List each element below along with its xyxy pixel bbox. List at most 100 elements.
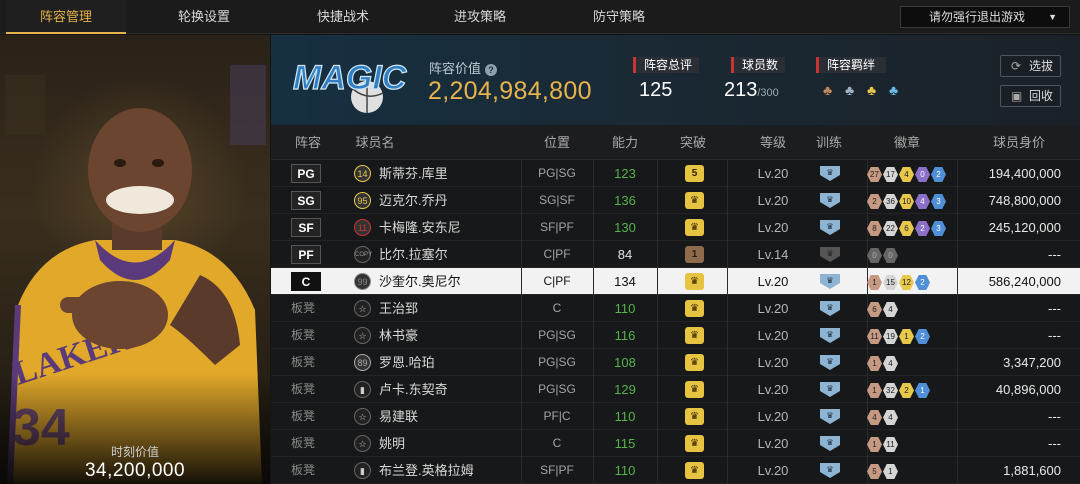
help-icon[interactable]: ? xyxy=(485,64,498,76)
badge-list[interactable]: 1 15 12 2 xyxy=(867,273,931,290)
crown-icon: ♛ xyxy=(685,462,704,479)
header-value[interactable]: 球员身价 xyxy=(971,125,1067,160)
table-row[interactable]: 板凳 ▮ 布兰登.英格拉姆 SF|PF 110 ♛ Lv.20 ♛ 5 1 1,881,600 xyxy=(271,457,1080,484)
table-row[interactable]: PG 14 斯蒂芬.库里 PG|SG 123 5 Lv.20 ♛ 27 17 4 0 2 194,400,… xyxy=(271,160,1080,187)
quit-warning-dropdown[interactable]: 请勿强行退出游戏 ▼ xyxy=(900,6,1070,28)
bond-group-icon[interactable]: ♣ xyxy=(823,81,841,99)
training-shield-icon[interactable]: ♛ xyxy=(820,220,840,235)
badge-icon: 6 xyxy=(899,221,914,236)
player-name[interactable]: 林书豪 xyxy=(379,322,418,349)
slot-badge[interactable]: SG xyxy=(291,191,321,210)
player-name[interactable]: 斯蒂芬.库里 xyxy=(379,160,448,187)
recycle-button[interactable]: ▣ 回收 xyxy=(1000,85,1061,107)
badge-icon: 2 xyxy=(931,167,946,182)
tab-rotation-settings[interactable]: 轮换设置 xyxy=(144,0,264,34)
bond-group-icon[interactable]: ♣ xyxy=(845,81,863,99)
badge-list[interactable]: 27 17 4 0 2 xyxy=(867,165,947,182)
header-level[interactable]: 等级 xyxy=(727,125,819,160)
badge-list[interactable]: 1 32 2 1 xyxy=(867,381,931,398)
player-level: Lv.20 xyxy=(757,166,789,181)
bond-group-icon[interactable]: ♣ xyxy=(867,81,885,99)
badge-list[interactable]: 44 xyxy=(867,408,899,425)
table-row[interactable]: PF COPY 比尔.拉塞尔 C|PF 84 1 Lv.14 ♛ 0 0 --- xyxy=(271,241,1080,268)
training-shield-icon[interactable]: ♛ xyxy=(820,247,840,262)
table-row[interactable]: 板凳 ☆ 姚明 C 115 ♛ Lv.20 ♛ 1 11 --- xyxy=(271,430,1080,457)
training-shield-icon[interactable]: ♛ xyxy=(820,463,840,478)
slot-badge[interactable]: SF xyxy=(291,218,321,237)
badge-list[interactable]: 11 19 1 2 xyxy=(867,327,931,344)
player-name[interactable]: 布兰登.英格拉姆 xyxy=(379,457,474,484)
table-row[interactable]: C 99 沙奎尔.奥尼尔 C|PF 134 ♛ Lv.20 ♛ 1 15 12 2 586,240,00… xyxy=(271,268,1080,295)
rating-value: 125 xyxy=(639,79,673,101)
player-name[interactable]: 迈克尔.乔丹 xyxy=(379,187,448,214)
table-row[interactable]: 板凳 89 罗恩.哈珀 PG|SG 108 ♛ Lv.20 ♛ 1 4 3,347,200 xyxy=(271,349,1080,376)
tab-defense-strategy[interactable]: 防守策略 xyxy=(559,0,679,34)
badge-list[interactable]: 14 xyxy=(867,354,899,371)
player-position: C|PF xyxy=(543,274,571,288)
filter-button[interactable]: ⟳ 选拔 xyxy=(1000,55,1061,77)
training-shield-icon[interactable]: ♛ xyxy=(820,328,840,343)
player-name[interactable]: 卢卡.东契奇 xyxy=(379,376,448,403)
header-breakthrough[interactable]: 突破 xyxy=(657,125,729,160)
player-level: Lv.20 xyxy=(757,193,789,208)
player-ability: 110 xyxy=(614,463,636,478)
header-badges[interactable]: 徽章 xyxy=(861,125,953,160)
player-value: --- xyxy=(1048,301,1061,316)
training-shield-icon[interactable]: ♛ xyxy=(820,436,840,451)
header-position[interactable]: 位置 xyxy=(521,125,593,160)
slot-badge[interactable]: PG xyxy=(291,164,321,183)
badge-list[interactable]: 2 36 10 4 3 xyxy=(867,192,947,209)
table-row[interactable]: 板凳 ☆ 易建联 PF|C 110 ♛ Lv.20 ♛ 4 4 --- xyxy=(271,403,1080,430)
badge-icon: 4 xyxy=(883,302,898,317)
badge-icon: 6 xyxy=(867,302,882,317)
jersey-number-icon: 89 xyxy=(354,354,371,371)
badge-icon: 12 xyxy=(899,275,914,290)
training-shield-icon[interactable]: ♛ xyxy=(820,166,840,181)
badge-list[interactable]: 51 xyxy=(867,462,899,479)
slot-badge[interactable]: PF xyxy=(291,245,321,264)
badge-list[interactable]: 1 11 xyxy=(867,435,899,452)
training-shield-icon[interactable]: ♛ xyxy=(820,193,840,208)
badge-list[interactable]: 64 xyxy=(867,300,899,317)
bond-group-icon[interactable]: ♣ xyxy=(889,81,907,99)
player-position: C|PF xyxy=(543,247,571,261)
player-name[interactable]: 易建联 xyxy=(379,403,418,430)
bond-icons[interactable]: ♣ ♣ ♣ ♣ xyxy=(823,81,911,107)
tab-quick-tactics[interactable]: 快捷战术 xyxy=(283,0,403,34)
player-ability: 116 xyxy=(614,328,636,343)
player-name[interactable]: 沙奎尔.奥尼尔 xyxy=(379,268,461,295)
player-name[interactable]: 王治郅 xyxy=(379,295,418,322)
player-name[interactable]: 罗恩.哈珀 xyxy=(379,349,435,376)
training-shield-icon[interactable]: ♛ xyxy=(820,274,840,289)
player-position: SF|PF xyxy=(540,463,574,477)
table-row[interactable]: 板凳 ☆ 林书豪 PG|SG 116 ♛ Lv.20 ♛ 11 19 1 2 --- xyxy=(271,322,1080,349)
training-shield-icon[interactable]: ♛ xyxy=(820,382,840,397)
table-row[interactable]: SF 11 卡梅隆.安东尼 SF|PF 130 ♛ Lv.20 ♛ 8 22 6 2 3 245,120,… xyxy=(271,214,1080,241)
tab-offense-strategy[interactable]: 进攻策略 xyxy=(420,0,540,34)
training-shield-icon[interactable]: ♛ xyxy=(820,355,840,370)
recycle-icon: ▣ xyxy=(1011,89,1023,103)
player-value: --- xyxy=(1048,247,1061,262)
player-name[interactable]: 卡梅隆.安东尼 xyxy=(379,214,461,241)
quit-warning-label: 请勿强行退出游戏 xyxy=(929,10,1026,24)
player-value: 586,240,000 xyxy=(988,274,1061,289)
table-row[interactable]: 板凳 ☆ 王治郅 C 110 ♛ Lv.20 ♛ 6 4 --- xyxy=(271,295,1080,322)
training-shield-icon[interactable]: ♛ xyxy=(820,301,840,316)
table-row[interactable]: 板凳 ▮ 卢卡.东契奇 PG|SG 129 ♛ Lv.20 ♛ 1 32 2 1 40,896,000 xyxy=(271,376,1080,403)
badge-icon: 0 xyxy=(883,248,898,263)
header-name[interactable]: 球员名 xyxy=(355,125,395,160)
training-shield-icon[interactable]: ♛ xyxy=(820,409,840,424)
badge-list[interactable]: 8 22 6 2 3 xyxy=(867,219,947,236)
slot-badge[interactable]: C xyxy=(291,272,321,291)
header-slot[interactable]: 阵容 xyxy=(285,125,331,160)
tab-lineup-management[interactable]: 阵容管理 xyxy=(6,0,126,34)
header-training[interactable]: 训练 xyxy=(809,125,849,160)
badge-icon: 1 xyxy=(883,464,898,479)
table-header: 阵容 球员名 位置 能力 突破 等级 训练 徽章 球员身价 xyxy=(271,125,1080,160)
header-ability[interactable]: 能力 xyxy=(593,125,657,160)
player-position: PG|SG xyxy=(538,382,576,396)
table-row[interactable]: SG 95 迈克尔.乔丹 SG|SF 136 ♛ Lv.20 ♛ 2 36 10 4 3 748,800,… xyxy=(271,187,1080,214)
player-name[interactable]: 姚明 xyxy=(379,430,405,457)
player-name[interactable]: 比尔.拉塞尔 xyxy=(379,241,448,268)
badge-list[interactable]: 00 xyxy=(867,246,899,263)
